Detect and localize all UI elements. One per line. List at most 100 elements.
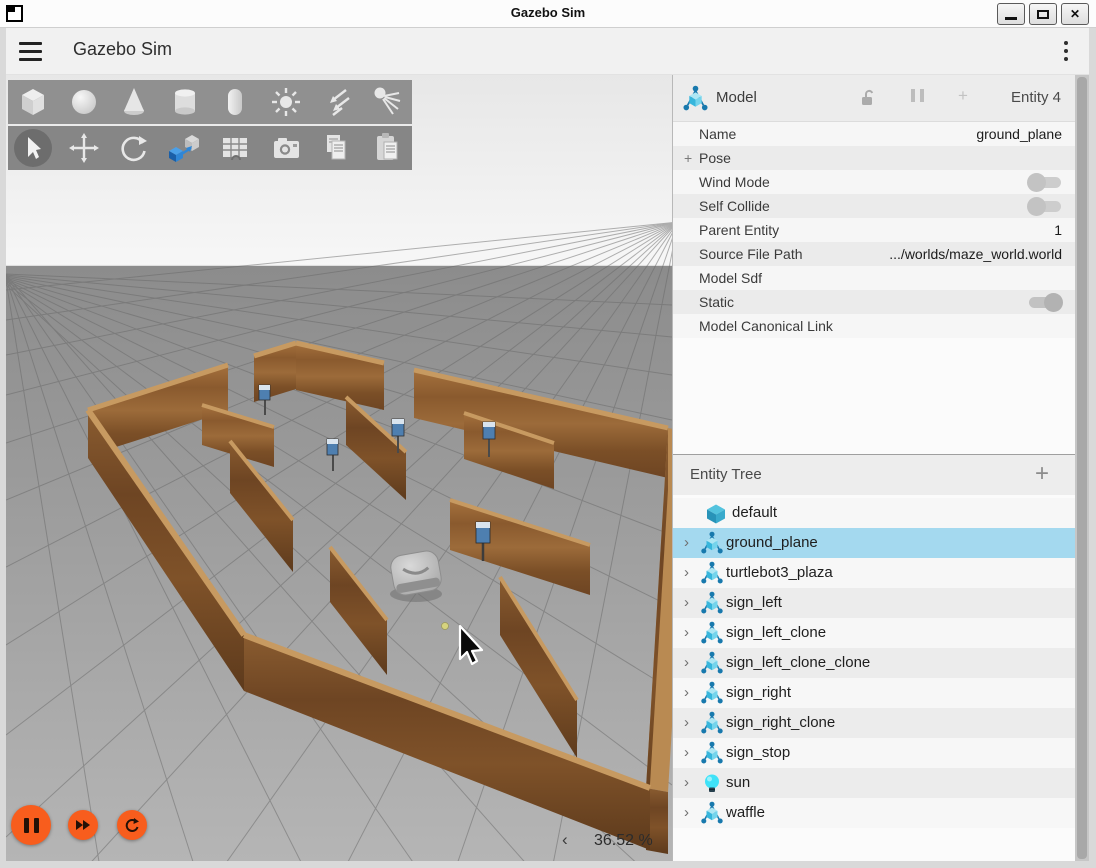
inspector-row-source-file-path[interactable]: Source File Path .../worlds/maze_world.w… [673,242,1075,266]
chevron-right-icon[interactable]: › [684,624,689,641]
chevron-right-icon[interactable]: › [684,684,689,701]
paste-tool-button[interactable] [362,126,413,170]
entity-tree-header: Entity Tree + [673,455,1075,495]
pause-button[interactable] [11,805,51,845]
chevron-right-icon[interactable]: › [684,534,689,551]
pose-expander-icon[interactable]: + [684,150,692,166]
model-icon [700,561,724,585]
light-bulb-icon [700,771,724,795]
model-icon [700,531,724,555]
inspector-row-model-sdf[interactable]: Model Sdf [673,266,1075,290]
lock-open-icon[interactable] [858,88,878,108]
reset-icon [124,817,140,833]
tree-item-sign-left[interactable]: › sign_left [673,588,1075,618]
chevron-right-icon[interactable]: › [684,774,689,791]
grid-tool-button[interactable] [210,126,261,170]
step-forward-button[interactable] [68,810,98,840]
sphere-tool-button[interactable] [59,80,110,124]
minimize-button[interactable] [997,3,1025,25]
model-icon [700,651,724,675]
chevron-right-icon[interactable]: › [684,564,689,581]
tree-item-default[interactable]: default [673,498,1075,528]
inspector-row-name[interactable]: Name ground_plane [673,122,1075,146]
os-titlebar: Gazebo Sim ✕ [0,0,1096,28]
copy-tool-button[interactable] [311,126,362,170]
tree-item-turtlebot3-plaza[interactable]: › turtlebot3_plaza [673,558,1075,588]
chevron-right-icon[interactable]: › [684,714,689,731]
point-light-tool-button[interactable] [261,80,312,124]
translate-tool-button[interactable] [59,126,110,170]
component-pause-icon[interactable] [911,89,924,102]
window-frame [1089,28,1096,868]
tree-item-sign-right[interactable]: › sign_right [673,678,1075,708]
window-frame [0,28,6,868]
close-button[interactable]: ✕ [1061,3,1089,25]
model-icon [700,591,724,615]
waypoint-dot [442,623,449,630]
window-title: Gazebo Sim [0,5,1096,20]
screenshot-tool-button[interactable] [261,126,312,170]
shapes-toolbar [8,80,412,124]
close-icon: ✕ [1070,7,1080,21]
app-header: Gazebo Sim [6,28,1090,75]
panel-scrollbar[interactable] [1075,75,1089,861]
tree-item-sun[interactable]: › sun [673,768,1075,798]
hamburger-menu-icon[interactable] [19,42,42,61]
inspector-row-model-canonical-link[interactable]: Model Canonical Link [673,314,1075,338]
model-icon [700,621,724,645]
tree-item-ground-plane[interactable]: › ground_plane [673,528,1075,558]
directional-light-tool-button[interactable] [311,80,362,124]
chevron-right-icon[interactable]: › [684,594,689,611]
inspector-row-static[interactable]: Static [673,290,1075,314]
self-collide-toggle[interactable] [1029,201,1061,212]
model-icon [700,801,724,825]
chevron-right-icon[interactable]: › [684,654,689,671]
maximize-button[interactable] [1029,3,1057,25]
box-tool-button[interactable] [8,80,59,124]
app-title: Gazebo Sim [73,39,172,60]
maximize-icon [1037,10,1049,19]
model-icon [682,85,709,112]
right-panel: Model + Entity 4 Name ground_plane + Pos… [673,75,1075,861]
gazebo-window: Gazebo Sim ✕ Gazebo Sim [0,0,1096,868]
capsule-tool-button[interactable] [210,80,261,124]
source-file-path-value: .../worlds/maze_world.world [889,246,1062,262]
component-type-label: Model [716,89,757,106]
inspector-row-wind-mode[interactable]: Wind Mode [673,170,1075,194]
transform-toolbar [8,126,412,170]
tree-item-waffle[interactable]: › waffle [673,798,1075,828]
static-toggle[interactable] [1029,297,1061,308]
kebab-menu-icon[interactable] [1064,41,1068,61]
pause-icon [24,818,39,833]
model-icon [700,741,724,765]
parent-entity-value: 1 [1054,222,1062,238]
tree-item-sign-stop[interactable]: › sign_stop [673,738,1075,768]
spot-light-tool-button[interactable] [362,80,413,124]
model-icon [700,711,724,735]
inspector-row-parent-entity[interactable]: Parent Entity 1 [673,218,1075,242]
scrollbar-thumb[interactable] [1077,77,1087,859]
tree-item-sign-right-clone[interactable]: › sign_right_clone [673,708,1075,738]
model-icon [700,681,724,705]
entity-tree-add-icon[interactable]: + [1035,460,1049,488]
render-viewport[interactable]: ‹ 36.52 % [6,75,672,861]
minimize-icon [1005,17,1017,20]
rtf-collapse-chevron[interactable]: ‹ [562,830,568,850]
chevron-right-icon[interactable]: › [684,804,689,821]
tree-item-sign-left-clone[interactable]: › sign_left_clone [673,618,1075,648]
chevron-right-icon[interactable]: › [684,744,689,761]
reset-button[interactable] [117,810,147,840]
select-tool-button[interactable] [8,126,59,170]
tree-item-sign-left-clone-clone[interactable]: › sign_left_clone_clone [673,648,1075,678]
rotate-tool-button[interactable] [109,126,160,170]
component-add-icon[interactable]: + [958,86,968,106]
inspector-row-pose[interactable]: + Pose [673,146,1075,170]
cylinder-tool-button[interactable] [160,80,211,124]
cone-tool-button[interactable] [109,80,160,124]
inspector-row-self-collide[interactable]: Self Collide [673,194,1075,218]
wind-mode-toggle[interactable] [1029,177,1061,188]
rtf-percentage: 36.52 % [594,832,653,850]
fast-forward-icon [75,819,91,831]
snap-tool-button[interactable] [160,126,211,170]
entity-tree-title: Entity Tree [690,466,762,483]
